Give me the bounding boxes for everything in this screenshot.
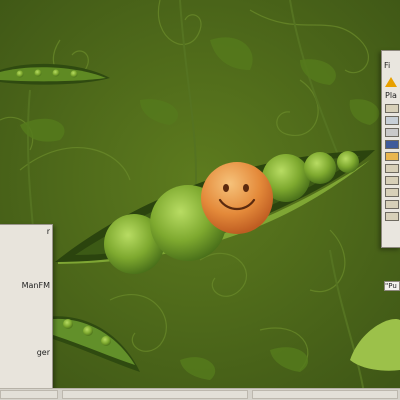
menu-item-manager[interactable]: ger	[0, 348, 50, 357]
file-manager-window: Fi Pla "Pu	[381, 50, 400, 291]
taskbar-tray	[252, 390, 398, 399]
warning-icon	[385, 77, 397, 87]
window-title: Fi	[384, 61, 391, 70]
path-field[interactable]: "Pu	[384, 281, 400, 291]
menu-item-top[interactable]: r	[0, 227, 50, 236]
folder-icon[interactable]	[385, 212, 399, 221]
folder-icon[interactable]	[385, 152, 399, 161]
folder-icon[interactable]	[385, 164, 399, 173]
desktop-icon[interactable]	[385, 116, 399, 125]
folder-icon[interactable]	[385, 104, 399, 113]
menu-item-file-manager[interactable]: ManFM	[0, 281, 50, 290]
folder-icon[interactable]	[385, 200, 399, 209]
folder-icon[interactable]	[385, 176, 399, 185]
application-menu: r ManFM ger	[0, 224, 53, 392]
taskbar-window-button[interactable]	[62, 390, 248, 399]
desktop: r ManFM ger Fi Pla "Pu	[0, 0, 400, 400]
wallpaper	[0, 0, 400, 400]
drive-icon[interactable]	[385, 140, 399, 149]
places-label: Pla	[385, 91, 397, 100]
taskbar-start-area[interactable]	[0, 390, 58, 399]
trash-icon[interactable]	[385, 128, 399, 137]
folder-icon[interactable]	[385, 188, 399, 197]
taskbar	[0, 388, 400, 400]
